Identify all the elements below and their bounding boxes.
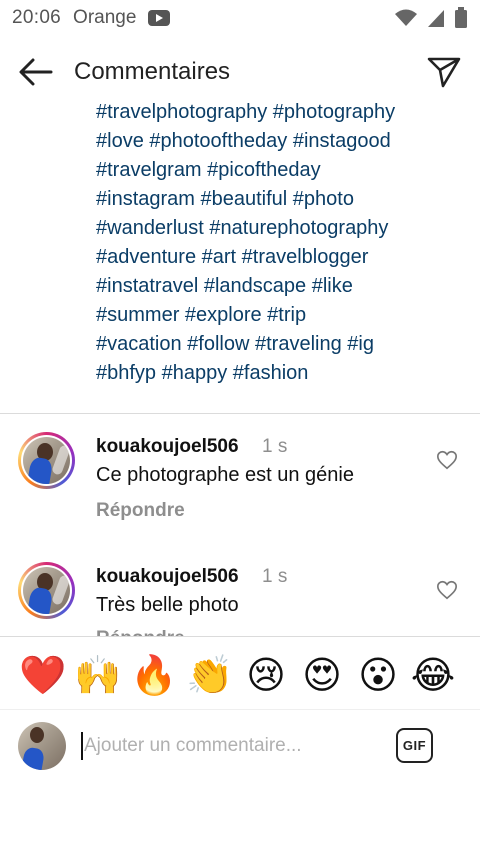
hashtag-line[interactable]: #adventure #art #travelblogger	[96, 243, 466, 272]
heart-icon[interactable]	[436, 449, 458, 471]
status-carrier: Orange	[73, 7, 137, 28]
hashtag-line[interactable]: #travelgram #picoftheday	[96, 156, 466, 185]
comment-text: Très belle photo	[96, 594, 239, 616]
signal-icon	[428, 10, 444, 27]
divider	[0, 636, 480, 637]
wifi-icon	[395, 9, 417, 26]
hashtag-line[interactable]: #wanderlust #naturephotography	[96, 214, 466, 243]
caption-hashtags: #travelphotography #photography #love #p…	[96, 100, 466, 388]
header: Commentaires	[0, 44, 480, 100]
emoji-clapping[interactable]: 👏	[186, 648, 234, 704]
hashtag-line[interactable]: #vacation #follow #traveling #ig	[96, 330, 466, 359]
divider	[0, 709, 480, 710]
comment-composer: GIF	[0, 716, 480, 776]
emoji-heart[interactable]: ❤️	[19, 648, 67, 704]
hashtag-line[interactable]: #travelphotography #photography	[96, 100, 466, 127]
hashtag-line[interactable]: #instatravel #landscape #like	[96, 272, 466, 301]
comment-time: 1 s	[262, 436, 288, 457]
emoji-bar: ❤️ 🙌 🔥 👏 😢 😍 😮 😂	[0, 648, 480, 704]
comment-list: kouakoujoel506 1 s Ce photographe est un…	[0, 414, 480, 636]
reply-button[interactable]: Répondre	[96, 500, 185, 522]
status-bar: 20:06 Orange	[0, 0, 480, 36]
battery-icon	[455, 7, 467, 28]
youtube-icon	[148, 10, 171, 26]
hashtag-line[interactable]: #bhfyp #happy #fashion	[96, 359, 466, 388]
hashtag-line[interactable]: #summer #explore #trip	[96, 301, 466, 330]
emoji-crying[interactable]: 😢	[242, 648, 290, 704]
status-time: 20:06	[12, 7, 62, 28]
comment-username[interactable]: kouakoujoel506	[96, 566, 239, 588]
arrow-left-icon	[19, 58, 53, 86]
comment-item: kouakoujoel506 1 s Très belle photo Répo…	[0, 544, 480, 636]
avatar[interactable]	[18, 562, 75, 619]
gif-button[interactable]: GIF	[396, 728, 433, 763]
heart-icon[interactable]	[436, 579, 458, 601]
caption: #travelphotography #photography #love #p…	[0, 100, 480, 413]
emoji-surprised[interactable]: 😮	[354, 648, 402, 704]
page-title: Commentaires	[74, 58, 231, 85]
comment-username[interactable]: kouakoujoel506	[96, 436, 239, 458]
comment-input[interactable]	[84, 730, 384, 762]
paper-plane-icon	[427, 57, 461, 88]
status-icons	[394, 7, 468, 29]
comment-text: Ce photographe est un génie	[96, 464, 354, 486]
hashtag-line[interactable]: #instagram #beautiful #photo	[96, 185, 466, 214]
reply-button[interactable]: Répondre	[96, 628, 185, 636]
emoji-raising-hands[interactable]: 🙌	[74, 648, 122, 704]
emoji-fire[interactable]: 🔥	[130, 648, 178, 704]
avatar	[18, 722, 66, 770]
emoji-laughing[interactable]: 😂	[409, 648, 457, 704]
send-button[interactable]	[424, 54, 464, 90]
comment-item: kouakoujoel506 1 s Ce photographe est un…	[0, 414, 480, 544]
comment-time: 1 s	[262, 566, 288, 587]
avatar[interactable]	[18, 432, 75, 489]
emoji-heart-eyes[interactable]: 😍	[298, 648, 346, 704]
text-cursor	[81, 732, 83, 760]
back-button[interactable]	[16, 56, 56, 88]
hashtag-line[interactable]: #love #photooftheday #instagood	[96, 127, 466, 156]
